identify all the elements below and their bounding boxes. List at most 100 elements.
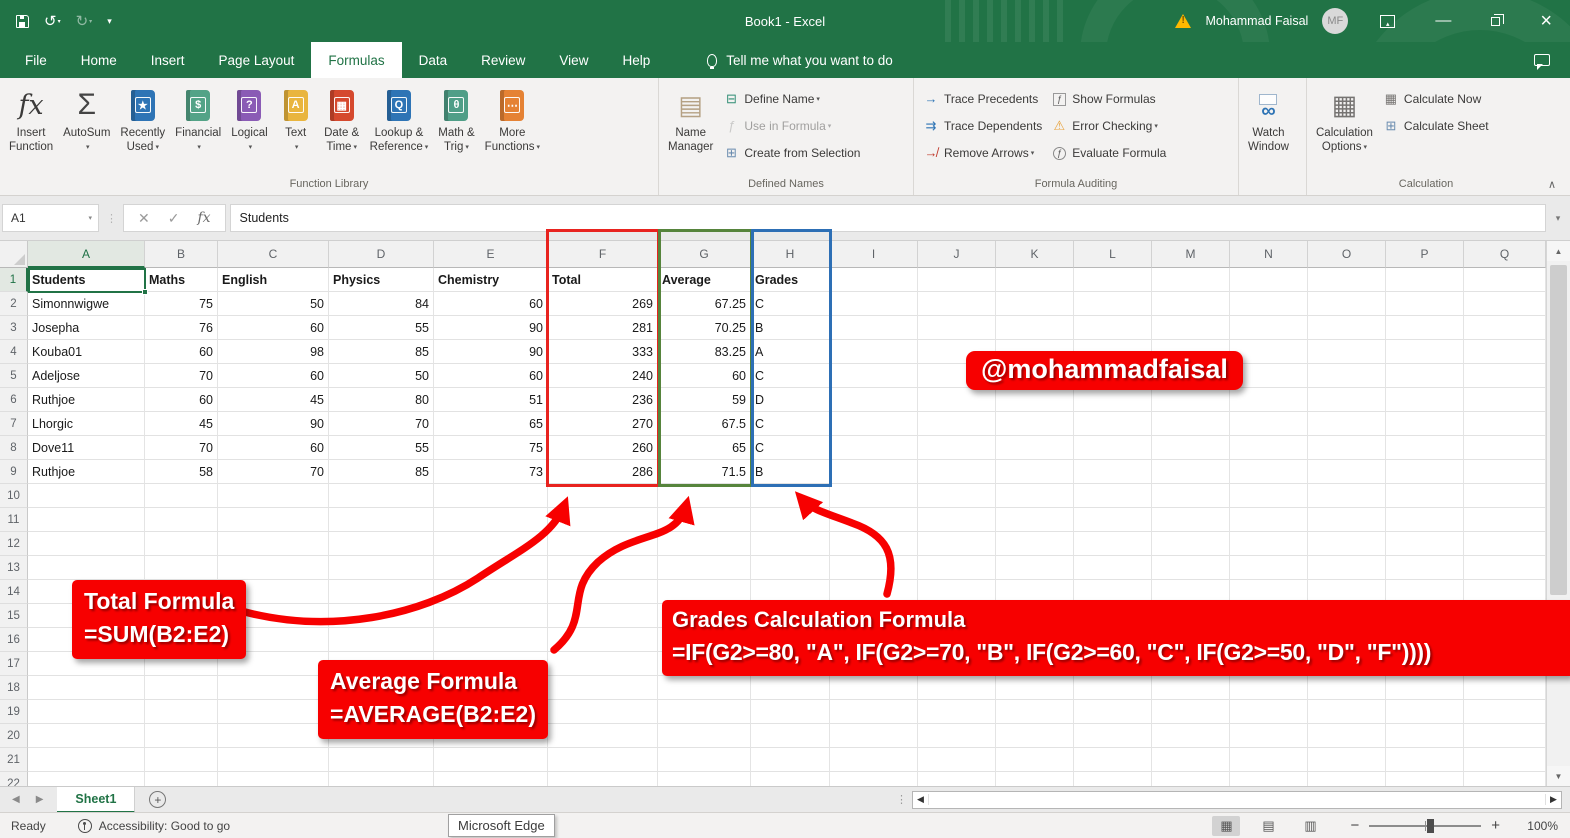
sheet-tab-sheet1[interactable]: Sheet1: [57, 786, 136, 813]
column-header-G[interactable]: G: [658, 241, 751, 268]
cell-D14[interactable]: [329, 580, 434, 604]
cell-H4[interactable]: A: [751, 340, 830, 364]
cell-A9[interactable]: Ruthjoe: [28, 460, 145, 484]
restore-button[interactable]: [1491, 13, 1505, 26]
cell-G13[interactable]: [658, 556, 751, 580]
cell-P3[interactable]: [1386, 316, 1464, 340]
row-header-14[interactable]: 14: [0, 580, 28, 604]
cell-G11[interactable]: [658, 508, 751, 532]
column-header-C[interactable]: C: [218, 241, 329, 268]
ribbon-button-logical[interactable]: ? Logical ▾: [226, 84, 272, 156]
row-header-5[interactable]: 5: [0, 364, 28, 388]
ribbon-button-lookup-reference[interactable]: Q Lookup & Reference ▾: [365, 84, 434, 156]
cell-F21[interactable]: [548, 748, 658, 772]
cell-Q12[interactable]: [1464, 532, 1546, 556]
horizontal-scrollbar[interactable]: ◀ ▶: [912, 790, 1562, 809]
cell-A2[interactable]: Simonnwigwe: [28, 292, 145, 316]
cell-J1[interactable]: [918, 268, 996, 292]
cell-N21[interactable]: [1230, 748, 1308, 772]
cell-I9[interactable]: [830, 460, 918, 484]
cell-Q2[interactable]: [1464, 292, 1546, 316]
cell-B4[interactable]: 60: [145, 340, 218, 364]
tab-scroll-divider[interactable]: ⋮: [896, 793, 907, 806]
cell-E4[interactable]: 90: [434, 340, 548, 364]
cell-E3[interactable]: 90: [434, 316, 548, 340]
cell-Q11[interactable]: [1464, 508, 1546, 532]
cell-G20[interactable]: [658, 724, 751, 748]
cell-D6[interactable]: 80: [329, 388, 434, 412]
cell-H18[interactable]: [751, 676, 830, 700]
column-header-D[interactable]: D: [329, 241, 434, 268]
cell-I7[interactable]: [830, 412, 918, 436]
cell-P12[interactable]: [1386, 532, 1464, 556]
tab-data[interactable]: Data: [402, 42, 465, 78]
cell-J20[interactable]: [918, 724, 996, 748]
cell-A3[interactable]: Josepha: [28, 316, 145, 340]
ribbon-button-name-manager[interactable]: ▤ Name Manager: [663, 84, 718, 156]
cell-F10[interactable]: [548, 484, 658, 508]
cell-D3[interactable]: 55: [329, 316, 434, 340]
cell-E2[interactable]: 60: [434, 292, 548, 316]
cell-J12[interactable]: [918, 532, 996, 556]
cell-M22[interactable]: [1152, 772, 1230, 786]
cell-G12[interactable]: [658, 532, 751, 556]
cell-K13[interactable]: [996, 556, 1074, 580]
cell-D22[interactable]: [329, 772, 434, 786]
cell-I6[interactable]: [830, 388, 918, 412]
cell-K20[interactable]: [996, 724, 1074, 748]
cell-J11[interactable]: [918, 508, 996, 532]
cell-P10[interactable]: [1386, 484, 1464, 508]
cell-L21[interactable]: [1074, 748, 1152, 772]
cell-H3[interactable]: B: [751, 316, 830, 340]
cell-I4[interactable]: [830, 340, 918, 364]
cell-F20[interactable]: [548, 724, 658, 748]
confirm-entry-icon[interactable]: ✓: [168, 210, 180, 227]
ribbon-display-options-icon[interactable]: ▴: [1380, 14, 1396, 28]
cell-P2[interactable]: [1386, 292, 1464, 316]
undo-button[interactable]: ↺▾: [44, 14, 61, 29]
ribbon-item-create-from-selection[interactable]: ⊞ Create from Selection: [718, 140, 864, 165]
cell-F7[interactable]: 270: [548, 412, 658, 436]
cell-P9[interactable]: [1386, 460, 1464, 484]
cell-I21[interactable]: [830, 748, 918, 772]
cell-A22[interactable]: [28, 772, 145, 786]
cell-O22[interactable]: [1308, 772, 1386, 786]
cell-F13[interactable]: [548, 556, 658, 580]
cell-L3[interactable]: [1074, 316, 1152, 340]
cell-J7[interactable]: [918, 412, 996, 436]
cell-K3[interactable]: [996, 316, 1074, 340]
tab-page-layout[interactable]: Page Layout: [202, 42, 312, 78]
cell-F12[interactable]: [548, 532, 658, 556]
cell-A18[interactable]: [28, 676, 145, 700]
cell-D12[interactable]: [329, 532, 434, 556]
column-header-O[interactable]: O: [1308, 241, 1386, 268]
cell-B11[interactable]: [145, 508, 218, 532]
cell-H7[interactable]: C: [751, 412, 830, 436]
column-header-J[interactable]: J: [918, 241, 996, 268]
cell-J22[interactable]: [918, 772, 996, 786]
cell-M9[interactable]: [1152, 460, 1230, 484]
cell-I13[interactable]: [830, 556, 918, 580]
tab-view[interactable]: View: [542, 42, 605, 78]
cell-N9[interactable]: [1230, 460, 1308, 484]
warning-icon[interactable]: [1175, 14, 1192, 28]
cell-F6[interactable]: 236: [548, 388, 658, 412]
cell-E22[interactable]: [434, 772, 548, 786]
cell-F22[interactable]: [548, 772, 658, 786]
cell-B5[interactable]: 70: [145, 364, 218, 388]
cell-L18[interactable]: [1074, 676, 1152, 700]
cell-A8[interactable]: Dove11: [28, 436, 145, 460]
cell-L13[interactable]: [1074, 556, 1152, 580]
cell-F15[interactable]: [548, 604, 658, 628]
cell-C4[interactable]: 98: [218, 340, 329, 364]
cell-D8[interactable]: 55: [329, 436, 434, 460]
cell-M2[interactable]: [1152, 292, 1230, 316]
cell-H13[interactable]: [751, 556, 830, 580]
cell-L12[interactable]: [1074, 532, 1152, 556]
scroll-down-icon[interactable]: ▼: [1547, 766, 1570, 786]
cell-N1[interactable]: [1230, 268, 1308, 292]
cell-F1[interactable]: Total: [548, 268, 658, 292]
row-header-9[interactable]: 9: [0, 460, 28, 484]
cell-N8[interactable]: [1230, 436, 1308, 460]
cell-H19[interactable]: [751, 700, 830, 724]
